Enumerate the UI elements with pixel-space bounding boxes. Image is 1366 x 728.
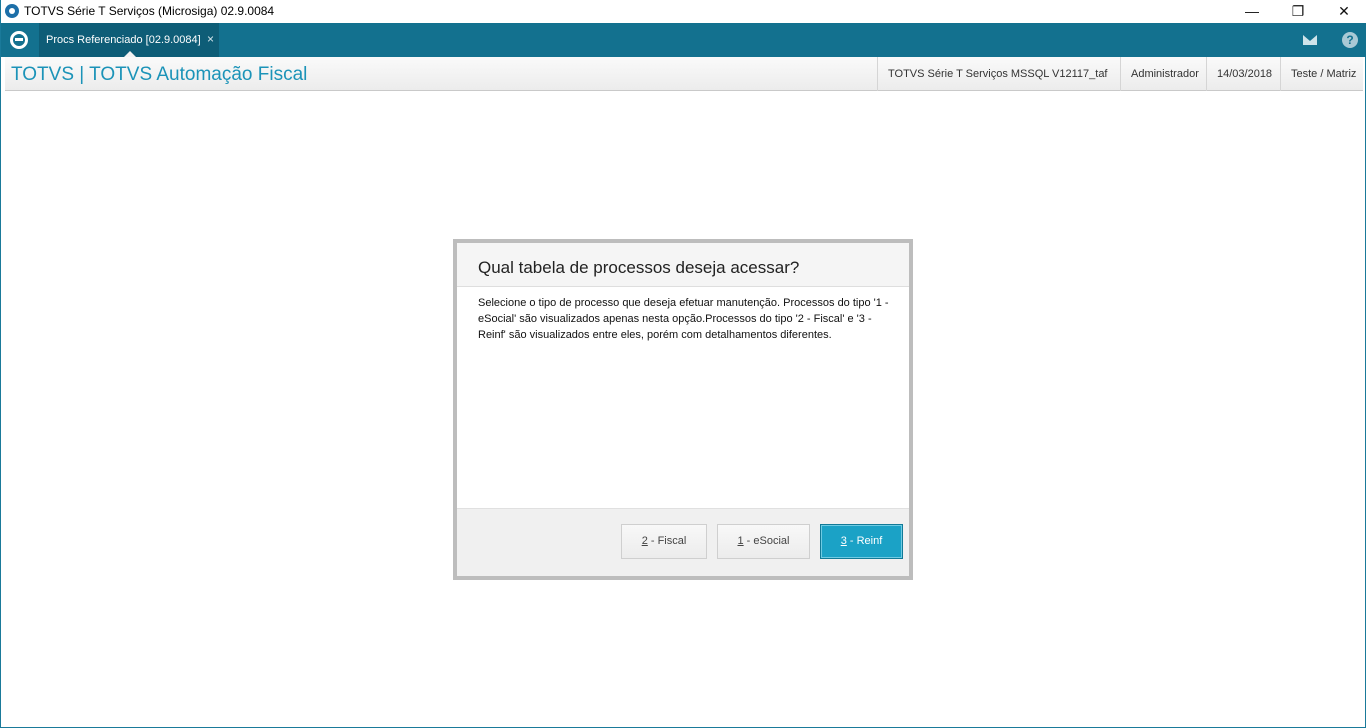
envelope-icon (1303, 35, 1317, 45)
help-glyph: ? (1342, 32, 1358, 48)
tab-close-icon[interactable]: × (207, 32, 214, 46)
fiscal-label: - Fiscal (647, 535, 687, 547)
environment-info[interactable]: TOTVS Série T Serviços MSSQL V12117_taf (877, 57, 1118, 91)
reinf-button[interactable]: 3 - Reinf (820, 524, 903, 559)
tab-label: Procs Referenciado [02.9.0084] (46, 34, 201, 46)
restore-button[interactable]: ❐ (1275, 0, 1321, 23)
app-icon (5, 4, 19, 18)
app-header: TOTVS | TOTVS Automação Fiscal TOTVS Sér… (5, 57, 1363, 91)
process-table-dialog: Qual tabela de processos deseja acessar?… (453, 239, 913, 580)
tab-procs-referenciado[interactable]: Procs Referenciado [02.9.0084] × (39, 23, 219, 58)
app-title: TOTVS | TOTVS Automação Fiscal (11, 64, 308, 85)
minimize-button[interactable]: — (1229, 0, 1275, 23)
esocial-button[interactable]: 1 - eSocial (717, 524, 810, 559)
totvs-logo-icon[interactable] (10, 31, 28, 49)
mail-icon[interactable] (1293, 23, 1327, 57)
close-button[interactable]: ✕ (1321, 0, 1366, 23)
reinf-label: - Reinf (846, 535, 883, 547)
dialog-message: Selecione o tipo de processo que deseja … (478, 297, 889, 341)
esocial-label: - eSocial (743, 535, 790, 547)
date-info[interactable]: 14/03/2018 (1206, 57, 1282, 91)
help-icon[interactable]: ? (1333, 23, 1366, 57)
window-title: TOTVS Série T Serviços (Microsiga) 02.9.… (24, 4, 275, 18)
window-titlebar: TOTVS Série T Serviços (Microsiga) 02.9.… (1, 0, 1366, 23)
branch-info[interactable]: Teste / Matriz (1280, 57, 1362, 91)
user-info[interactable]: Administrador (1120, 57, 1209, 91)
dialog-title: Qual tabela de processos deseja acessar? (478, 258, 800, 277)
dialog-footer: 2 - Fiscal 1 - eSocial 3 - Reinf (457, 508, 909, 576)
dialog-header: Qual tabela de processos deseja acessar? (457, 243, 909, 287)
fiscal-button[interactable]: 2 - Fiscal (621, 524, 707, 559)
tab-bar: Procs Referenciado [02.9.0084] × ? (1, 23, 1366, 58)
app-window: TOTVS Série T Serviços (Microsiga) 02.9.… (0, 0, 1366, 728)
